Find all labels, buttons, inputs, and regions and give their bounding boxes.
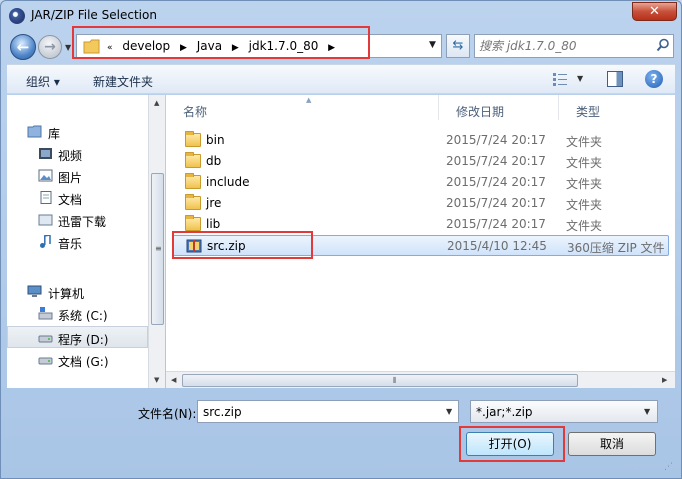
view-dropdown-icon[interactable]: ▼ xyxy=(577,74,583,83)
scroll-down-icon[interactable]: ▼ xyxy=(154,376,159,384)
filetype-dropdown-icon[interactable]: ▼ xyxy=(644,407,650,416)
nav-pane-scrollbar[interactable]: ▲ ≡ ▼ xyxy=(148,95,165,388)
recent-locations-dropdown-icon[interactable]: ▼ xyxy=(65,43,71,52)
filename-input[interactable] xyxy=(203,403,433,421)
file-row[interactable]: bin 2015/7/24 20:17 文件夹 xyxy=(172,130,669,151)
nav-item-pictures[interactable]: 图片 xyxy=(7,165,148,187)
filetype-select[interactable]: *.jar;*.zip ▼ xyxy=(470,400,658,423)
file-list-hscrollbar[interactable]: ◀ ⦀ ▶ xyxy=(166,371,675,388)
filename-dropdown-icon[interactable]: ▼ xyxy=(446,407,452,416)
nav-item-drive-c[interactable]: 系统 (C:) xyxy=(7,303,148,325)
forward-button[interactable]: → xyxy=(38,35,62,59)
resize-grip-icon[interactable]: ⋰ xyxy=(664,462,673,472)
eclipse-icon xyxy=(9,8,25,24)
nav-item-music[interactable]: 音乐 xyxy=(7,231,148,253)
system-drive-icon xyxy=(38,307,53,320)
scroll-up-icon[interactable]: ▲ xyxy=(154,99,159,107)
back-button[interactable]: ← xyxy=(10,34,36,60)
column-header-name[interactable]: 名称 ▲ xyxy=(166,95,439,120)
nav-item-libraries[interactable]: 库 xyxy=(7,121,148,143)
folder-icon xyxy=(185,173,201,189)
horizontal-scroll-thumb[interactable]: ⦀ xyxy=(182,374,578,387)
nav-item-documents[interactable]: 文档 xyxy=(7,187,148,209)
column-header-modified[interactable]: 修改日期 xyxy=(439,95,559,120)
preview-pane-icon[interactable] xyxy=(607,71,623,87)
download-folder-icon xyxy=(38,214,53,226)
navigation-pane: 库 视频 图片 文档 迅雷下载 音乐 计算机 系统 (C:) 程序 (D:) 文… xyxy=(7,95,148,388)
scroll-right-icon[interactable]: ▶ xyxy=(662,376,667,384)
highlight-box-open-button xyxy=(459,426,565,462)
nav-item-computer[interactable]: 计算机 xyxy=(7,281,148,303)
close-button[interactable]: ✕ xyxy=(632,2,677,21)
sort-ascending-icon: ▲ xyxy=(306,96,312,104)
library-icon xyxy=(27,125,42,138)
title-bar[interactable]: JAR/ZIP File Selection ✕ xyxy=(1,1,681,29)
picture-icon xyxy=(38,169,53,182)
toolbar: 组织 ▾ 新建文件夹 ▼ ? xyxy=(7,64,675,94)
file-row[interactable]: jre 2015/7/24 20:17 文件夹 xyxy=(172,193,669,214)
search-input[interactable] xyxy=(479,37,649,55)
video-icon xyxy=(39,148,52,159)
refresh-button[interactable]: ⇆ xyxy=(446,34,470,58)
folder-icon xyxy=(185,131,201,147)
file-row[interactable]: include 2015/7/24 20:17 文件夹 xyxy=(172,172,669,193)
filename-combobox[interactable]: ▼ xyxy=(197,400,459,423)
drive-icon xyxy=(38,357,53,365)
highlight-box-address xyxy=(72,26,370,59)
address-dropdown-icon[interactable]: ▼ xyxy=(429,40,436,50)
folder-icon xyxy=(185,194,201,210)
help-icon[interactable]: ? xyxy=(645,70,663,88)
folder-icon xyxy=(185,215,201,231)
nav-item-videos[interactable]: 视频 xyxy=(7,143,148,165)
search-box[interactable] xyxy=(474,34,674,58)
search-icon[interactable] xyxy=(656,38,670,52)
highlight-box-selected-file xyxy=(172,231,313,259)
drive-icon xyxy=(38,335,53,343)
filename-label: 文件名(N): xyxy=(138,407,197,421)
document-icon xyxy=(40,191,52,204)
column-header-type[interactable]: 类型 xyxy=(559,95,675,120)
view-options-icon[interactable] xyxy=(552,71,568,87)
music-icon xyxy=(40,235,51,248)
new-folder-button[interactable]: 新建文件夹 xyxy=(93,73,153,90)
nav-item-thunder-downloads[interactable]: 迅雷下载 xyxy=(7,209,148,231)
file-row[interactable]: db 2015/7/24 20:17 文件夹 xyxy=(172,151,669,172)
cancel-button[interactable]: 取消 xyxy=(568,432,656,456)
nav-item-drive-g[interactable]: 文档 (G:) xyxy=(7,349,148,371)
nav-item-drive-d[interactable]: 程序 (D:) xyxy=(7,326,148,348)
nav-scroll-thumb[interactable]: ≡ xyxy=(151,173,164,325)
grip-icon: ⦀ xyxy=(393,376,397,385)
window-title: JAR/ZIP File Selection xyxy=(31,8,157,22)
scroll-left-icon[interactable]: ◀ xyxy=(171,376,176,384)
computer-icon xyxy=(27,285,42,297)
folder-icon xyxy=(185,152,201,168)
organize-menu-button[interactable]: 组织 ▾ xyxy=(26,73,60,90)
grip-icon: ≡ xyxy=(155,244,162,253)
